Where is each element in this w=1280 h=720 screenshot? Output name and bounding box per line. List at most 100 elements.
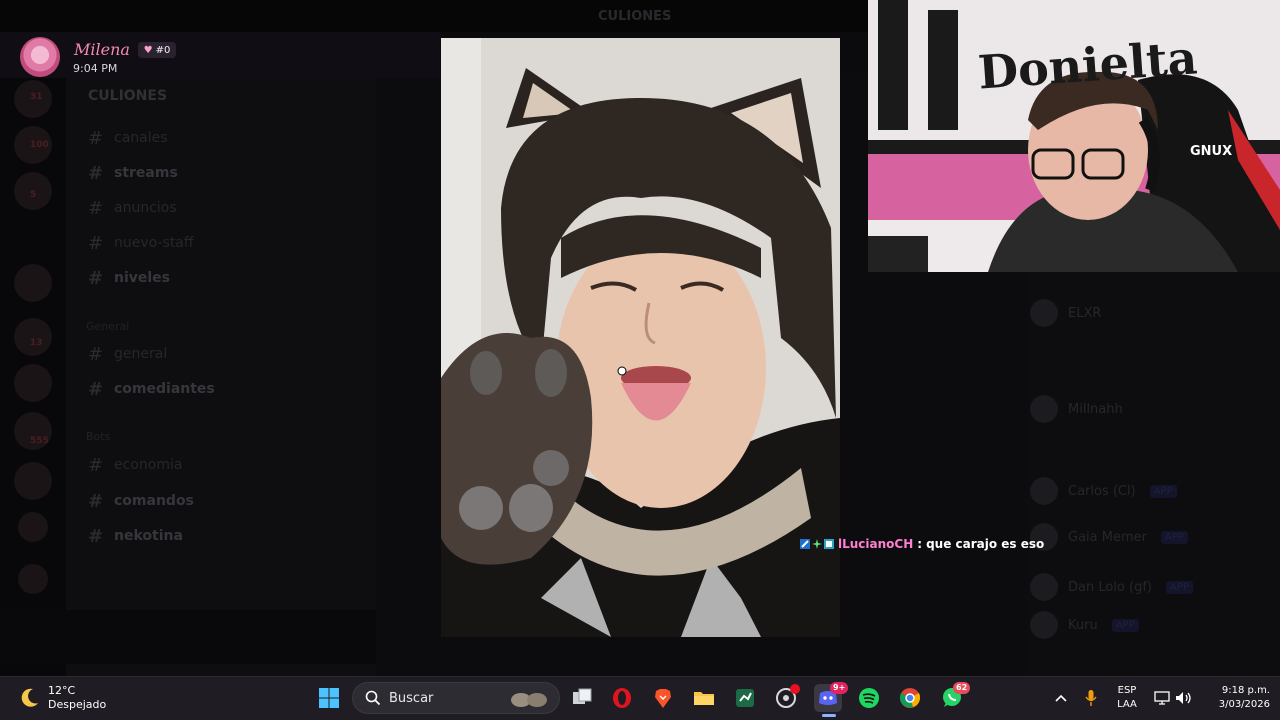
folder-icon (694, 692, 714, 705)
chrome-icon (899, 688, 921, 708)
member-name: Gaia Memer (1068, 529, 1147, 545)
member-item[interactable]: ELXR (1030, 298, 1101, 328)
hash-icon: # (88, 232, 104, 254)
emoji-badge-text: #0 (155, 44, 171, 56)
spotify-icon (859, 688, 879, 708)
chevron-up-icon (1055, 694, 1067, 702)
avatar (1030, 299, 1058, 327)
message-notification[interactable] (0, 32, 440, 78)
volume-button[interactable] (1174, 684, 1194, 712)
user-panel (0, 610, 376, 664)
channel-item[interactable]: # streams (88, 162, 178, 184)
input-language[interactable]: ESP LAA (1112, 684, 1142, 712)
category-label[interactable]: General (86, 320, 129, 333)
channel-item[interactable]: # economia (88, 454, 182, 476)
clock[interactable]: 9:18 p.m. 3/03/2026 (1200, 684, 1270, 712)
hash-icon: # (88, 490, 104, 512)
notification-time: 9:04 PM (73, 62, 118, 75)
member-item[interactable]: Carlos (Cl) APP (1030, 476, 1177, 506)
taskbar-app-opera[interactable] (608, 684, 636, 712)
sparkle-icon (812, 539, 822, 549)
hash-icon: # (88, 127, 104, 149)
hash-icon: # (88, 267, 104, 289)
server-icon[interactable] (14, 364, 52, 402)
member-name: Kuru (1068, 617, 1098, 633)
app-tag: APP (1160, 530, 1188, 544)
task-view-icon (573, 688, 592, 704)
server-header[interactable]: CULIONES (88, 88, 167, 104)
weather-widget[interactable]: 12°C Despejado (18, 683, 106, 713)
member-name: ELXR (1068, 305, 1102, 321)
avatar (1030, 611, 1058, 639)
app-icon (736, 689, 754, 707)
microphone-button[interactable] (1082, 684, 1100, 712)
avatar (1030, 573, 1058, 601)
hash-icon: # (88, 162, 104, 184)
server-badge: 5 (30, 190, 37, 200)
badge-icon (800, 539, 810, 549)
app-tag: APP (1149, 484, 1177, 498)
server-icon[interactable] (14, 462, 52, 500)
chat-username: lLucianoCH (838, 537, 914, 551)
server-title: CULIONES (598, 9, 672, 24)
avatar (20, 37, 60, 77)
chat-message: lLucianoCH : que carajo es eso (800, 536, 1044, 552)
opera-icon (613, 688, 631, 708)
app-tag: APP (1166, 580, 1193, 594)
chat-separator: : (917, 537, 923, 551)
channel-item[interactable]: # comandos (88, 490, 194, 512)
keyboard-layout: LAA (1117, 699, 1137, 710)
photo-illustration (441, 38, 840, 637)
member-item[interactable]: Kuru APP (1030, 610, 1139, 640)
add-server-icon[interactable] (18, 512, 48, 542)
channel-item[interactable]: # nekotina (88, 525, 183, 547)
channel-item[interactable]: # anuncios (88, 197, 177, 219)
avatar (1030, 395, 1058, 423)
taskbar-app-chrome[interactable] (896, 684, 924, 712)
explore-icon[interactable] (18, 564, 48, 594)
server-badge: 31 (30, 92, 43, 102)
shared-image[interactable] (441, 38, 840, 637)
taskbar-app-brave[interactable] (649, 684, 677, 712)
channel-item[interactable]: # comediantes (88, 378, 215, 400)
server-badge: 555 (30, 436, 49, 446)
taskbar-app-chart[interactable] (731, 684, 759, 712)
channel-item[interactable]: # nuevo-staff (88, 232, 194, 254)
member-name: Millnahh (1068, 401, 1123, 417)
hash-icon: # (88, 343, 104, 365)
channel-label: nekotina (114, 528, 183, 544)
search-box[interactable]: Buscar (352, 682, 560, 714)
server-icon[interactable] (14, 264, 52, 302)
hash-icon: # (88, 454, 104, 476)
screen: CULIONES 31 100 5 13 555 CULIONES # canal… (0, 0, 1280, 720)
network-icon (1154, 691, 1170, 705)
hash-icon: # (88, 378, 104, 400)
channel-label: streams (114, 165, 178, 181)
start-button[interactable] (315, 684, 343, 712)
language-code: ESP (1117, 685, 1137, 696)
category-label[interactable]: Bots (86, 430, 110, 443)
search-placeholder: Buscar (389, 690, 434, 706)
emoji-badge: ♥ #0 (138, 42, 176, 58)
channel-label: economia (114, 457, 183, 473)
channel-item[interactable]: # canales (88, 127, 168, 149)
member-item[interactable]: Millnahh (1030, 394, 1123, 424)
taskbar-app-explorer[interactable] (690, 684, 718, 712)
tray-overflow-button[interactable] (1052, 684, 1070, 712)
member-item[interactable]: Dan Lolo (gf) APP (1030, 572, 1193, 602)
clock-time: 9:18 p.m. (1221, 685, 1270, 696)
network-button[interactable] (1152, 684, 1172, 712)
search-highlight-icon (511, 693, 547, 707)
clock-date: 3/03/2026 (1218, 699, 1270, 710)
channel-item[interactable]: # general (88, 343, 167, 365)
server-badge: 100 (30, 140, 49, 150)
member-name: Carlos (Cl) (1068, 483, 1136, 499)
chat-badges (800, 539, 834, 549)
server-icon[interactable] (14, 318, 52, 356)
member-item[interactable]: Gaia Memer APP (1030, 522, 1188, 552)
chair-brand-text: GNUX (1190, 144, 1233, 159)
taskbar-app-spotify[interactable] (855, 684, 883, 712)
task-view-button[interactable] (568, 684, 596, 712)
channel-item[interactable]: # niveles (88, 267, 170, 289)
hash-icon: # (88, 197, 104, 219)
